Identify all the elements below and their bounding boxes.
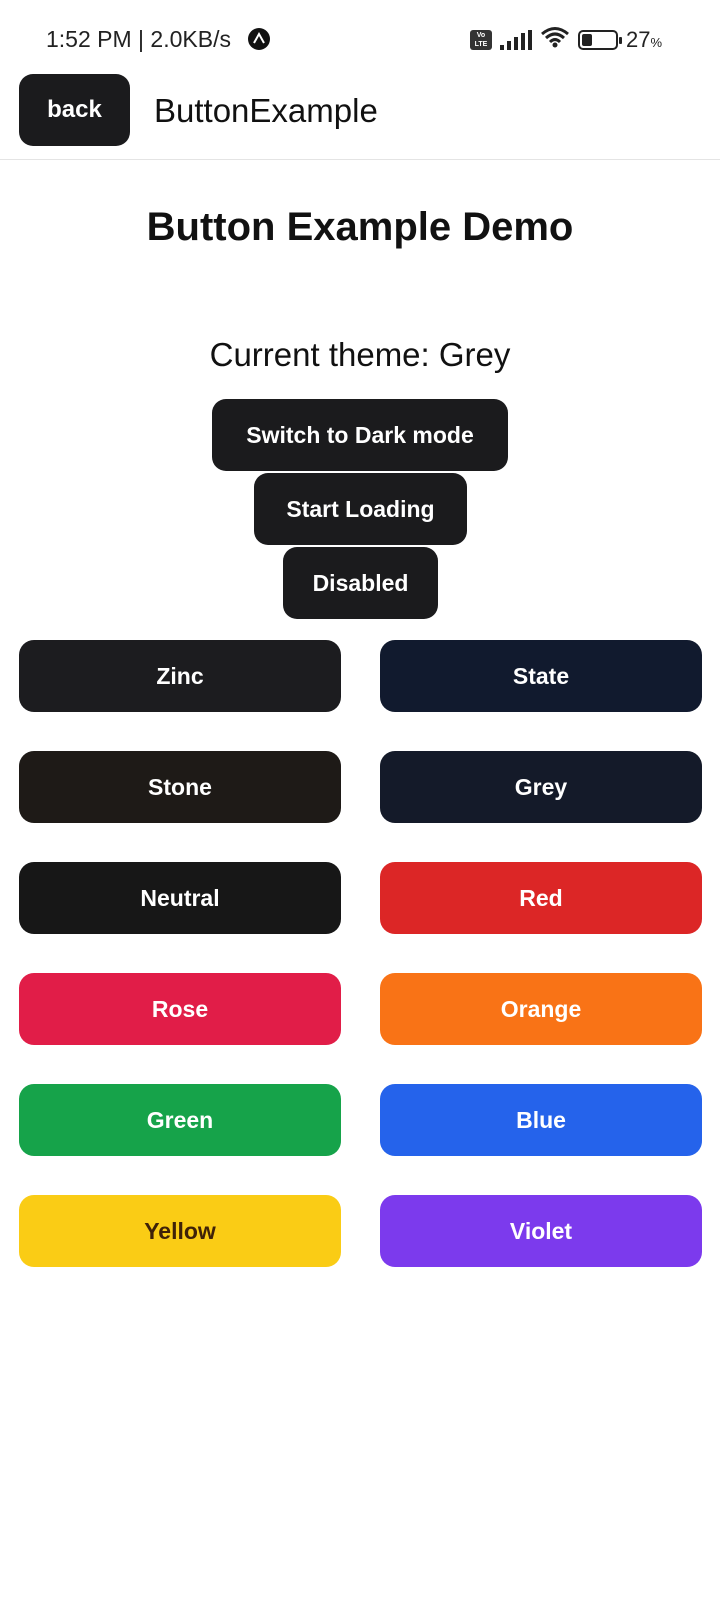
theme-button-grey[interactable]: Grey (380, 751, 702, 823)
theme-button-violet[interactable]: Violet (380, 1195, 702, 1267)
battery-percent: 27% (625, 26, 662, 52)
theme-button-neutral[interactable]: Neutral (19, 862, 341, 934)
theme-button-green[interactable]: Green (19, 1084, 341, 1156)
theme-button-red[interactable]: Red (380, 862, 702, 934)
app-notification-icon (248, 28, 270, 50)
start-loading-button[interactable]: Start Loading (254, 473, 467, 545)
theme-button-orange[interactable]: Orange (380, 973, 702, 1045)
theme-button-blue[interactable]: Blue (380, 1084, 702, 1156)
status-time: 1:52 PM | 2.0KB/s (46, 26, 231, 52)
back-button[interactable]: back (19, 74, 130, 146)
theme-button-zinc[interactable]: Zinc (19, 640, 341, 712)
theme-button-rose[interactable]: Rose (19, 973, 341, 1045)
theme-button-stone[interactable]: Stone (19, 751, 341, 823)
status-bar: 1:52 PM | 2.0KB/s Vo LTE 27% (0, 0, 720, 70)
switch-dark-mode-button[interactable]: Switch to Dark mode (212, 399, 508, 471)
volte-icon: Vo LTE (469, 29, 492, 50)
theme-button-yellow[interactable]: Yellow (19, 1195, 341, 1267)
app-title: ButtonExample (154, 92, 378, 129)
disabled-button[interactable]: Disabled (283, 547, 438, 619)
app-bar: back ButtonExample (0, 70, 720, 160)
battery-icon (577, 29, 622, 50)
wifi-icon (540, 26, 570, 53)
signal-icon (499, 29, 532, 50)
current-theme-text: Current theme: Grey (209, 336, 511, 373)
theme-button-state[interactable]: State (380, 640, 702, 712)
page-heading: Button Example Demo (146, 205, 574, 249)
